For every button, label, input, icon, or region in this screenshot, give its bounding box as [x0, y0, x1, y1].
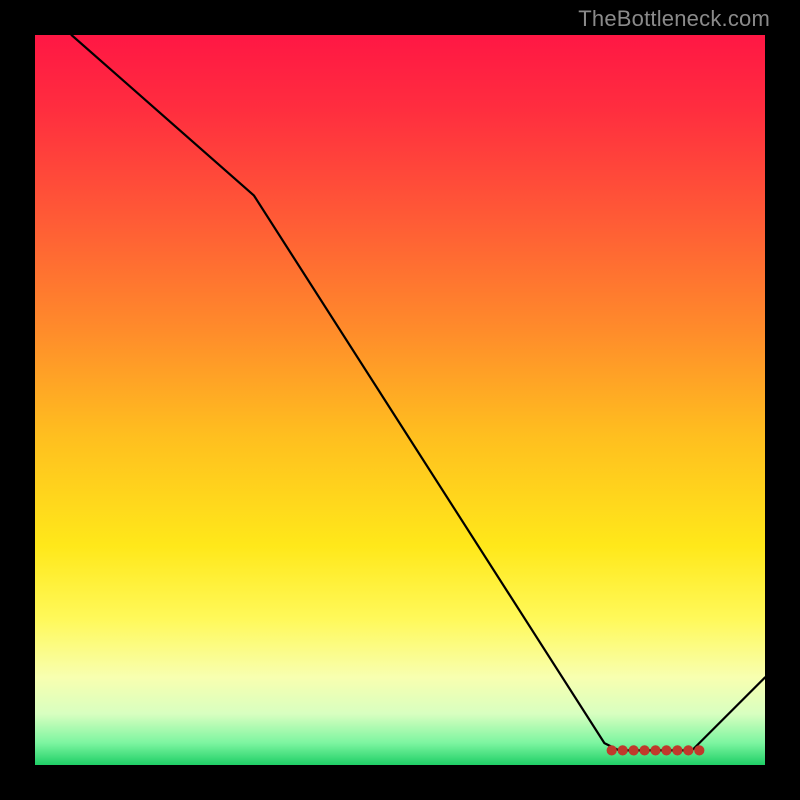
marker-dot: [650, 745, 660, 755]
curve-layer: [35, 35, 765, 765]
chart-frame: TheBottleneck.com: [0, 0, 800, 800]
marker-dot: [672, 745, 682, 755]
plot-area: [35, 35, 765, 765]
marker-dot: [607, 745, 617, 755]
marker-dot: [639, 745, 649, 755]
marker-dot: [683, 745, 693, 755]
marker-group: [607, 745, 705, 755]
watermark-label: TheBottleneck.com: [578, 6, 770, 32]
marker-dot: [618, 745, 628, 755]
marker-dot: [694, 745, 704, 755]
main-curve: [72, 35, 766, 750]
marker-dot: [628, 745, 638, 755]
marker-dot: [661, 745, 671, 755]
